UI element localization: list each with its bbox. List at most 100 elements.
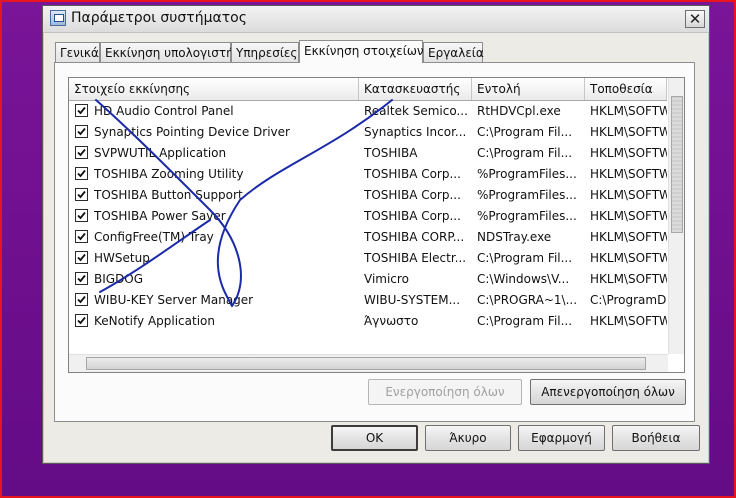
cell-command: C:\Program Fil...	[477, 125, 573, 139]
startup-items-list: Στοιχείο εκκίνησης Κατασκευαστής Εντολή …	[68, 77, 685, 373]
cell-manufacturer: WIBU-SYSTEM...	[364, 293, 461, 307]
table-row[interactable]: SVPWUTIL Application TOSHIBA C:\Program Fi…	[69, 143, 667, 164]
help-button[interactable]: Βοήθεια	[612, 425, 700, 451]
cell-location: HKLM\SOFTW	[590, 104, 667, 118]
tab-general[interactable]: Γενικά	[55, 42, 100, 62]
close-button[interactable]: ✕	[685, 10, 705, 28]
cell-location: HKLM\SOFTW	[590, 272, 667, 286]
checkmark-icon	[77, 232, 86, 241]
cell-location: C:\ProgramD	[590, 293, 667, 307]
tab-startup[interactable]: Εκκίνηση στοιχείων	[299, 40, 424, 63]
vertical-scrollbar[interactable]	[668, 78, 684, 354]
title-bar[interactable]: Παράμετροι συστήματος ✕	[43, 6, 709, 33]
vertical-scroll-thumb[interactable]	[671, 96, 683, 233]
cell-command: C:\Program Fil...	[477, 251, 573, 265]
cell-command: %ProgramFiles...	[477, 188, 577, 202]
cell-command: C:\Program Fil...	[477, 314, 573, 328]
startup-item-checkbox[interactable]	[75, 251, 88, 264]
startup-item-checkbox[interactable]	[75, 209, 88, 222]
cell-command: %ProgramFiles...	[477, 209, 577, 223]
cell-command: C:\Program Fil...	[477, 146, 573, 160]
cell-location: HKLM\SOFTW	[590, 230, 667, 244]
cell-startup-item: TOSHIBA Power Saver	[94, 209, 226, 223]
cell-startup-item: ConfigFree(TM) Tray	[94, 230, 214, 244]
cell-command: NDSTray.exe	[477, 230, 552, 244]
cell-manufacturer: Realtek Semico...	[364, 104, 468, 118]
table-row[interactable]: TOSHIBA Zooming Utility TOSHIBA Corp... %P…	[69, 164, 667, 185]
table-row[interactable]: BIGDOG Vimicro C:\Windows\V... HKLM\SOFTW	[69, 269, 667, 290]
window-title: Παράμετροι συστήματος	[71, 10, 247, 26]
cell-manufacturer: TOSHIBA Corp...	[364, 188, 461, 202]
cell-startup-item: KeNotify Application	[94, 314, 215, 328]
column-startup-item[interactable]: Στοιχείο εκκίνησης	[69, 78, 359, 100]
cell-location: HKLM\SOFTW	[590, 188, 667, 202]
cell-manufacturer: TOSHIBA CORP...	[364, 230, 465, 244]
app-icon	[50, 10, 66, 26]
checkmark-icon	[77, 253, 86, 262]
startup-item-checkbox[interactable]	[75, 230, 88, 243]
table-row[interactable]: HWSetup TOSHIBA Electr... C:\Program Fil..…	[69, 248, 667, 269]
cell-startup-item: HD Audio Control Panel	[94, 104, 234, 118]
cell-location: HKLM\SOFTW	[590, 146, 667, 160]
column-location[interactable]: Τοποθεσία	[585, 78, 667, 100]
startup-item-checkbox[interactable]	[75, 125, 88, 138]
cell-startup-item: WIBU-KEY Server Manager	[94, 293, 254, 307]
startup-item-checkbox[interactable]	[75, 167, 88, 180]
cell-manufacturer: Άγνωστο	[364, 314, 419, 328]
checkmark-icon	[77, 169, 86, 178]
ok-button[interactable]: OK	[331, 425, 418, 451]
column-header-row: Στοιχείο εκκίνησης Κατασκευαστής Εντολή …	[69, 78, 667, 101]
cell-command: C:\Windows\V...	[477, 272, 570, 286]
column-command[interactable]: Εντολή	[472, 78, 585, 100]
tab-strip: Γενικά Εκκίνηση υπολογιστή Υπηρεσίες Εκκ…	[55, 40, 695, 63]
startup-item-checkbox[interactable]	[75, 293, 88, 306]
cell-startup-item: Synaptics Pointing Device Driver	[94, 125, 290, 139]
cell-manufacturer: TOSHIBA Electr...	[364, 251, 467, 265]
cancel-button[interactable]: Άκυρο	[425, 425, 511, 451]
startup-item-checkbox[interactable]	[75, 272, 88, 285]
startup-item-checkbox[interactable]	[75, 104, 88, 117]
tab-services[interactable]: Υπηρεσίες	[231, 42, 299, 62]
cell-startup-item: TOSHIBA Zooming Utility	[94, 167, 244, 181]
table-row[interactable]: TOSHIBA Power Saver TOSHIBA Corp... %Progr…	[69, 206, 667, 227]
cell-startup-item: BIGDOG	[94, 272, 144, 286]
cell-manufacturer: TOSHIBA	[364, 146, 418, 160]
startup-tab-panel: Στοιχείο εκκίνησης Κατασκευαστής Εντολή …	[54, 62, 695, 422]
checkmark-icon	[77, 274, 86, 283]
cell-location: HKLM\SOFTW	[590, 209, 667, 223]
cell-manufacturer: Vimicro	[364, 272, 409, 286]
checkmark-icon	[77, 316, 86, 325]
cell-startup-item: TOSHIBA Button Support	[94, 188, 243, 202]
cell-manufacturer: TOSHIBA Corp...	[364, 167, 461, 181]
tab-boot[interactable]: Εκκίνηση υπολογιστή	[100, 42, 234, 62]
horizontal-scroll-thumb[interactable]	[86, 357, 646, 370]
startup-item-checkbox[interactable]	[75, 188, 88, 201]
table-body: HD Audio Control Panel Realtek Semico... R…	[69, 101, 667, 332]
table-row[interactable]: TOSHIBA Button Support TOSHIBA Corp... %Pr…	[69, 185, 667, 206]
startup-item-checkbox[interactable]	[75, 146, 88, 159]
disable-all-button[interactable]: Απενεργοποίηση όλων	[530, 379, 686, 405]
checkmark-icon	[77, 295, 86, 304]
cell-location: HKLM\SOFTW	[590, 125, 667, 139]
enable-all-button[interactable]: Ενεργοποίηση όλων	[368, 379, 522, 405]
close-icon: ✕	[688, 10, 702, 28]
startup-item-checkbox[interactable]	[75, 314, 88, 327]
table-row[interactable]: HD Audio Control Panel Realtek Semico... R…	[69, 101, 667, 122]
table-row[interactable]: KeNotify Application Άγνωστο C:\Program Fi…	[69, 311, 667, 332]
checkmark-icon	[77, 190, 86, 199]
table-row[interactable]: WIBU-KEY Server Manager WIBU-SYSTEM... C:\…	[69, 290, 667, 311]
table-row[interactable]: Synaptics Pointing Device Driver Synaptic…	[69, 122, 667, 143]
cell-location: HKLM\SOFTW	[590, 314, 667, 328]
cell-manufacturer: TOSHIBA Corp...	[364, 209, 461, 223]
tab-tools[interactable]: Εργαλεία	[423, 42, 484, 62]
cell-location: HKLM\SOFTW	[590, 251, 667, 265]
cell-command: %ProgramFiles...	[477, 167, 577, 181]
checkmark-icon	[77, 106, 86, 115]
apply-button[interactable]: Εφαρμογή	[518, 425, 605, 451]
table-row[interactable]: ConfigFree(TM) Tray TOSHIBA CORP... NDSTra…	[69, 227, 667, 248]
system-configuration-dialog: Παράμετροι συστήματος ✕ Γενικά Εκκίνηση …	[42, 5, 710, 464]
horizontal-scrollbar[interactable]	[69, 354, 668, 372]
cell-command: RtHDVCpl.exe	[477, 104, 561, 118]
column-manufacturer[interactable]: Κατασκευαστής	[359, 78, 472, 100]
cell-startup-item: HWSetup	[94, 251, 150, 265]
